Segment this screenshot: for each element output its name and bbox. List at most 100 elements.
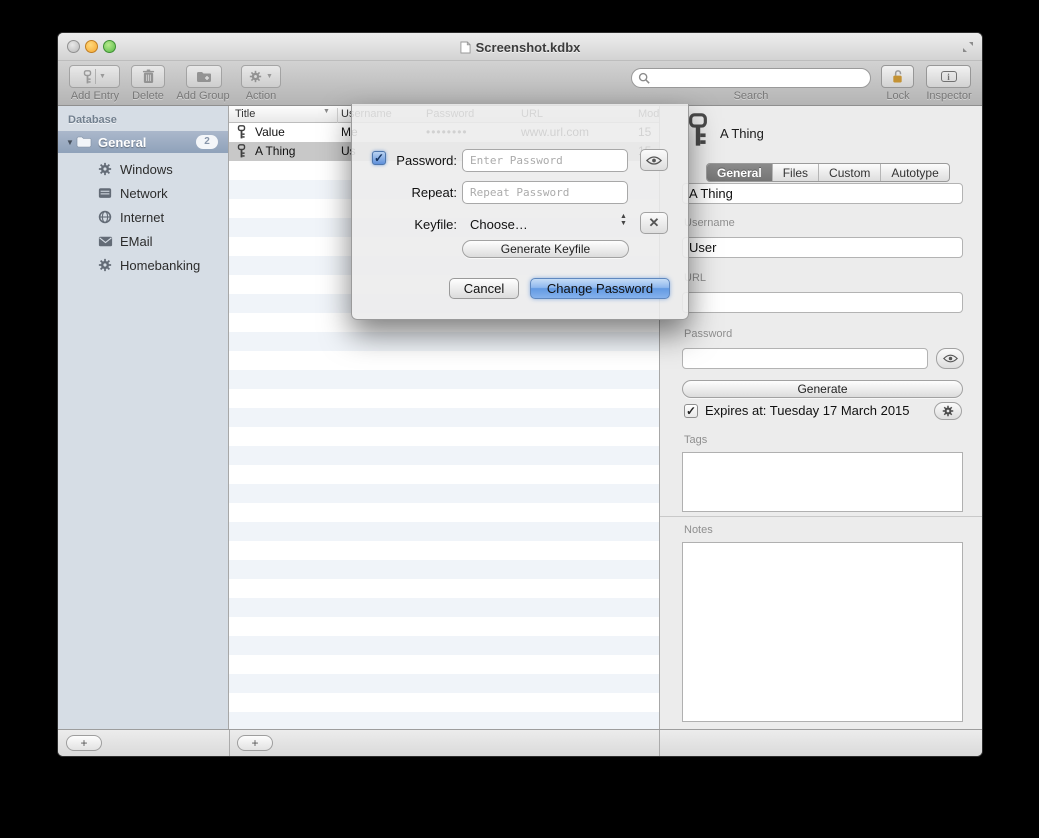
gear-icon	[942, 405, 954, 417]
eye-icon	[943, 354, 958, 363]
sidebar-group-general[interactable]: ▼ General 2	[58, 131, 228, 153]
sheet-repeat-label: Repeat:	[352, 185, 457, 200]
stepper-icon[interactable]: ▲▼	[620, 213, 627, 227]
title-bar: Screenshot.kdbx	[58, 33, 982, 61]
delete-button[interactable]	[131, 65, 165, 88]
change-password-sheet: ✓ Password: Repeat: Keyfile: Choose… ▲▼ …	[351, 104, 689, 320]
cell-title: Value	[255, 125, 285, 139]
globe-icon	[98, 210, 112, 224]
notes-textarea[interactable]	[682, 542, 963, 722]
trash-icon	[142, 69, 155, 84]
cancel-button[interactable]: Cancel	[449, 278, 519, 299]
chevron-down-icon: ▼	[99, 73, 106, 80]
clear-keyfile-button[interactable]: ✕	[640, 212, 668, 234]
search-icon	[638, 72, 650, 84]
inspector-button[interactable]: i	[926, 65, 971, 88]
sidebar-item-label: Windows	[120, 162, 173, 177]
folder-plus-icon	[196, 70, 212, 83]
notes-label: Notes	[684, 524, 713, 536]
gear-icon	[249, 70, 262, 83]
inspector-tabs: General Files Custom Autotype	[706, 163, 950, 182]
username-field[interactable]	[682, 237, 963, 258]
group-count-badge: 2	[196, 135, 218, 149]
tab-custom[interactable]: Custom	[819, 164, 881, 181]
generate-password-button[interactable]: Generate	[682, 380, 963, 398]
document-icon	[460, 41, 471, 54]
tags-label: Tags	[684, 434, 707, 446]
sheet-reveal-password-button[interactable]	[640, 149, 668, 171]
disclosure-triangle-icon[interactable]: ▼	[66, 138, 76, 147]
add-group-footer-button[interactable]: +	[66, 735, 102, 751]
sidebar-item-label: Internet	[120, 210, 164, 225]
tags-textarea[interactable]	[682, 452, 963, 512]
info-icon: i	[941, 71, 957, 82]
sidebar-item-email[interactable]: EMail	[58, 229, 228, 253]
sheet-password-label: Password:	[352, 153, 457, 168]
search-field[interactable]	[631, 68, 871, 88]
expires-checkbox[interactable]: ✓	[684, 404, 698, 418]
sidebar-item-homebanking[interactable]: Homebanking	[58, 253, 228, 277]
toolbar: ▼ Add Entry Delete Add Group ▼ Action Se…	[58, 61, 982, 106]
server-icon	[98, 186, 112, 200]
sidebar-item-network[interactable]: Network	[58, 181, 228, 205]
split-divider	[95, 69, 96, 84]
lock-open-icon	[891, 69, 904, 84]
title-field[interactable]	[682, 183, 963, 204]
search-input[interactable]	[654, 70, 870, 86]
gear-icon	[98, 258, 112, 272]
add-group-button[interactable]	[186, 65, 222, 88]
add-entry-label: Add Entry	[64, 90, 126, 102]
sidebar-header: Database	[68, 114, 117, 126]
delete-label: Delete	[126, 90, 170, 102]
tab-files[interactable]: Files	[773, 164, 819, 181]
sidebar: Database ▼ General 2 Windows Network Int…	[58, 106, 229, 729]
bottom-bar: + +	[58, 729, 982, 756]
tab-general[interactable]: General	[707, 164, 773, 181]
cell-title: A Thing	[255, 144, 295, 158]
app-window: Screenshot.kdbx ▼ Add Entry Delete Add G…	[57, 32, 983, 757]
generate-keyfile-button[interactable]: Generate Keyfile	[462, 240, 629, 258]
expires-label: Expires at: Tuesday 17 March 2015	[705, 403, 910, 418]
fullscreen-icon[interactable]	[962, 41, 974, 53]
sheet-password-input[interactable]	[462, 149, 628, 172]
action-label: Action	[238, 90, 284, 102]
eye-icon	[646, 156, 662, 165]
search-label: Search	[631, 90, 871, 102]
lock-button[interactable]	[881, 65, 914, 88]
folder-icon	[76, 136, 92, 148]
sheet-repeat-input[interactable]	[462, 181, 628, 204]
inspector-entry-title: A Thing	[720, 126, 764, 141]
add-entry-button[interactable]: ▼	[69, 65, 120, 88]
key-icon	[237, 144, 246, 158]
inspector-label: Inspector	[913, 90, 983, 102]
add-entry-footer-button[interactable]: +	[237, 735, 273, 751]
sheet-keyfile-label: Keyfile:	[352, 217, 457, 232]
column-header-title[interactable]: Title	[235, 108, 255, 120]
window-title: Screenshot.kdbx	[476, 40, 581, 55]
url-field[interactable]	[682, 292, 963, 313]
add-group-label: Add Group	[170, 90, 236, 102]
change-password-button[interactable]: Change Password	[530, 278, 670, 299]
expires-options-button[interactable]	[934, 402, 962, 420]
key-icon	[237, 125, 246, 139]
keyfile-popup-button[interactable]: Choose…	[470, 217, 528, 232]
gear-icon	[98, 162, 112, 176]
password-field[interactable]	[682, 348, 928, 369]
sidebar-item-internet[interactable]: Internet	[58, 205, 228, 229]
envelope-icon	[98, 236, 113, 247]
action-button[interactable]: ▼	[241, 65, 281, 88]
username-label: Username	[684, 217, 735, 229]
key-icon	[687, 112, 709, 148]
password-label: Password	[684, 328, 732, 340]
sort-indicator-icon: ▼	[323, 108, 330, 115]
sidebar-item-label: Network	[120, 186, 168, 201]
section-divider	[660, 516, 983, 517]
sidebar-item-label: EMail	[120, 234, 153, 249]
chevron-down-icon: ▼	[266, 73, 273, 80]
sidebar-item-windows[interactable]: Windows	[58, 157, 228, 181]
reveal-password-button[interactable]	[936, 348, 964, 369]
sidebar-item-label: Homebanking	[120, 258, 200, 273]
sidebar-group-label: General	[98, 135, 196, 150]
tab-autotype[interactable]: Autotype	[881, 164, 948, 181]
key-icon	[83, 70, 92, 84]
